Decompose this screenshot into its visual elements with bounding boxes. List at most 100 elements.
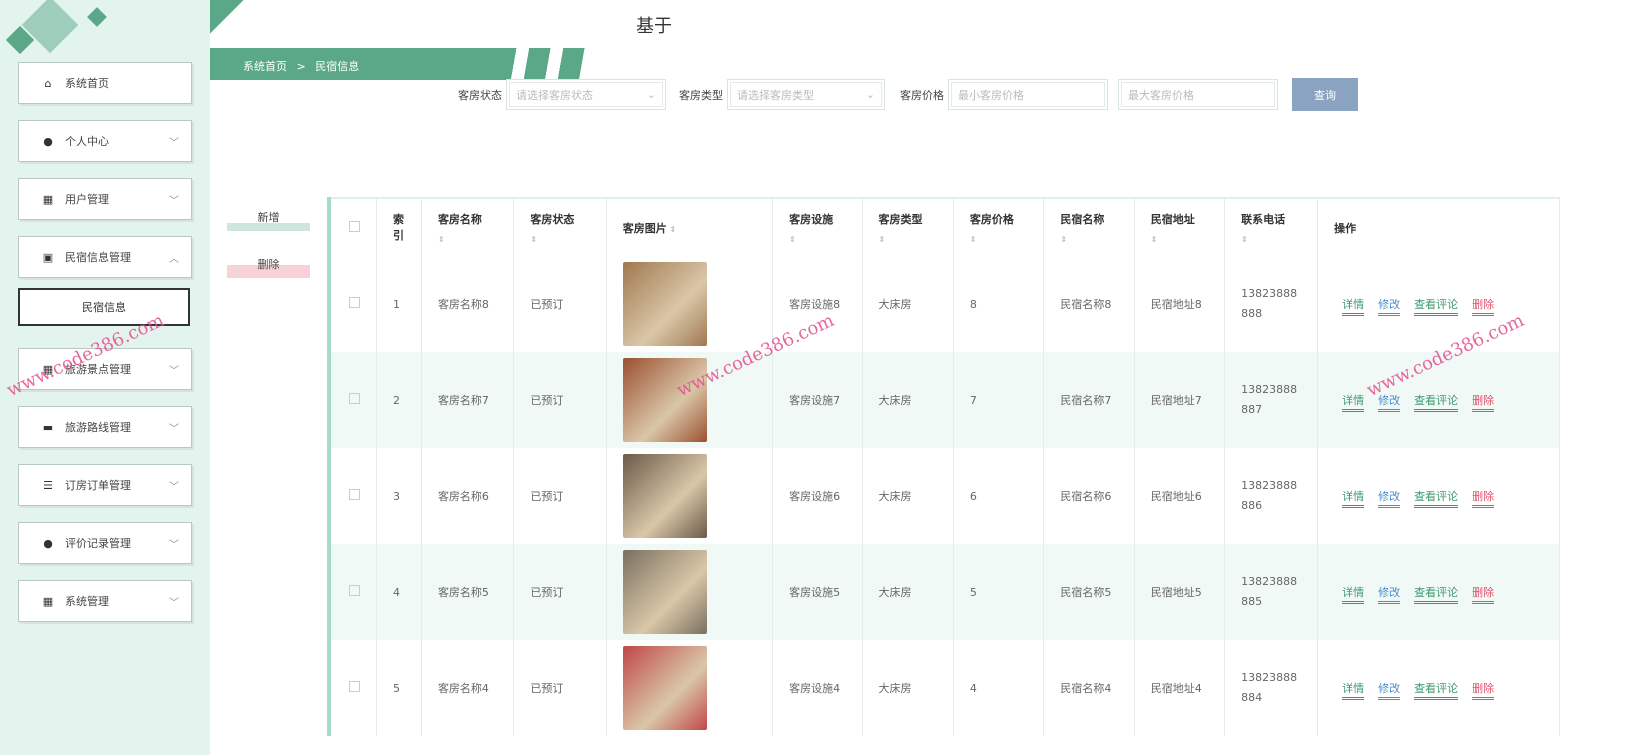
type-select[interactable]: 请选择客房类型 ⌄ xyxy=(727,79,885,110)
room-image[interactable] xyxy=(622,454,707,538)
sort-icon[interactable]: ⇕ xyxy=(667,225,677,234)
min-price-input[interactable]: 最小客房价格 xyxy=(948,79,1108,110)
user-icon: ● xyxy=(43,536,53,550)
cell-facility: 客房设施5 xyxy=(772,544,863,640)
column-header[interactable]: 民宿地址 ⇕ xyxy=(1134,198,1226,256)
column-header[interactable]: 客房状态 ⇕ xyxy=(513,198,607,256)
select-all-checkbox[interactable] xyxy=(349,220,360,232)
sort-icon[interactable]: ⇕ xyxy=(879,235,937,244)
detail-link[interactable]: 详情 xyxy=(1342,298,1365,316)
type-label: 客房类型 xyxy=(679,88,723,102)
sidebar-item[interactable]: ● 个人中心 ﹀ xyxy=(18,120,192,162)
max-price-placeholder: 最大客房价格 xyxy=(1128,88,1194,102)
view-comments-link[interactable]: 查看评论 xyxy=(1414,298,1459,316)
sidebar-item[interactable]: ⌂ 系统首页 xyxy=(18,62,192,104)
room-image[interactable] xyxy=(622,358,707,442)
row-checkbox[interactable] xyxy=(349,585,360,596)
page-title: 基于 xyxy=(636,16,672,37)
cell-index: 3 xyxy=(376,448,422,544)
edit-link[interactable]: 修改 xyxy=(1378,298,1401,316)
column-header-label: 操作 xyxy=(1334,221,1357,235)
submenu-item-homestay-info[interactable]: 民宿信息 xyxy=(18,288,190,326)
view-comments-link[interactable]: 查看评论 xyxy=(1414,394,1459,412)
cell-index: 2 xyxy=(376,352,422,448)
query-button[interactable]: 查询 xyxy=(1292,78,1358,111)
sort-icon[interactable]: ⇕ xyxy=(530,235,589,244)
sidebar-item[interactable]: ▣ 民宿信息管理 ︿ xyxy=(18,236,192,278)
detail-link[interactable]: 详情 xyxy=(1342,394,1365,412)
edit-link[interactable]: 修改 xyxy=(1378,682,1401,700)
header-decoration xyxy=(210,0,270,50)
sidebar-item[interactable]: ▬ 旅游路线管理 ﹀ xyxy=(18,406,192,448)
sidebar-item[interactable]: ▦ 用户管理 ﹀ xyxy=(18,178,192,220)
room-image[interactable] xyxy=(622,646,707,730)
cell-room-status: 已预订 xyxy=(513,544,607,640)
sidebar-item[interactable]: ☰ 订房订单管理 ﹀ xyxy=(18,464,192,506)
delete-link[interactable]: 删除 xyxy=(1472,394,1495,412)
add-button[interactable]: 新增 xyxy=(227,205,310,231)
sort-icon[interactable]: ⇕ xyxy=(1060,235,1117,244)
status-select[interactable]: 请选择客房状态 ⌄ xyxy=(506,79,666,110)
sort-icon[interactable]: ⇕ xyxy=(970,235,1027,244)
column-header[interactable]: 客房图片 ⇕ xyxy=(606,198,774,256)
column-header[interactable]: 客房设施 ⇕ xyxy=(772,198,863,256)
chevron-down-icon: ﹀ xyxy=(169,539,179,551)
room-image[interactable] xyxy=(622,262,707,346)
column-header[interactable]: 联系电话 ⇕ xyxy=(1224,198,1319,256)
sidebar-item-label: 评价记录管理 xyxy=(65,537,131,550)
sort-icon[interactable]: ⇕ xyxy=(789,235,845,244)
column-header[interactable]: 客房价格 ⇕ xyxy=(953,198,1045,256)
row-checkbox[interactable] xyxy=(349,681,360,692)
cell-index: 4 xyxy=(376,544,422,640)
view-comments-link[interactable]: 查看评论 xyxy=(1414,682,1459,700)
sort-icon[interactable]: ⇕ xyxy=(438,235,497,244)
home-icon: ⌂ xyxy=(44,76,52,90)
edit-link[interactable]: 修改 xyxy=(1378,586,1401,604)
status-placeholder: 请选择客房状态 xyxy=(516,88,593,102)
edit-link[interactable]: 修改 xyxy=(1378,490,1401,508)
cell-room-type: 大床房 xyxy=(862,640,954,736)
cell-homestay-address: 民宿地址8 xyxy=(1134,256,1226,352)
sort-icon[interactable]: ⇕ xyxy=(1151,235,1208,244)
chevron-down-icon: ﹀ xyxy=(169,423,179,435)
decoration xyxy=(87,7,107,27)
delete-link[interactable]: 删除 xyxy=(1472,298,1495,316)
detail-link[interactable]: 详情 xyxy=(1342,682,1365,700)
row-checkbox[interactable] xyxy=(349,297,360,308)
max-price-input[interactable]: 最大客房价格 xyxy=(1118,79,1278,110)
delete-link[interactable]: 删除 xyxy=(1472,490,1495,508)
phone-text: 13823888886 xyxy=(1241,479,1298,512)
phone-text: 13823888884 xyxy=(1241,671,1298,704)
cell-room-name: 客房名称4 xyxy=(421,640,515,736)
chevron-up-icon: ︿ xyxy=(169,253,179,265)
delete-link[interactable]: 删除 xyxy=(1472,586,1495,604)
cell-price: 7 xyxy=(953,352,1045,448)
cell-room-status: 已预订 xyxy=(513,448,607,544)
row-checkbox[interactable] xyxy=(349,393,360,404)
cell-homestay-address: 民宿地址4 xyxy=(1134,640,1226,736)
column-header[interactable]: 民宿名称 ⇕ xyxy=(1043,198,1135,256)
breadcrumb-home[interactable]: 系统首页 xyxy=(243,60,287,73)
delete-link[interactable]: 删除 xyxy=(1472,682,1495,700)
delete-button[interactable]: 删除 xyxy=(227,252,310,278)
sidebar-item[interactable]: ▦ 系统管理 ﹀ xyxy=(18,580,192,622)
column-header-label: 客房价格 xyxy=(969,213,1014,226)
view-comments-link[interactable]: 查看评论 xyxy=(1414,586,1459,604)
type-filter: 客房类型 请选择客房类型 ⌄ xyxy=(679,79,885,110)
detail-link[interactable]: 详情 xyxy=(1342,586,1365,604)
detail-link[interactable]: 详情 xyxy=(1342,490,1365,508)
cell-room-status: 已预订 xyxy=(513,352,607,448)
view-comments-link[interactable]: 查看评论 xyxy=(1414,490,1459,508)
sort-icon[interactable]: ⇕ xyxy=(1241,235,1301,244)
select-all-header xyxy=(329,198,377,256)
table-row: 4 客房名称5 已预订 客房设施5 大床房 5 民宿名称5 民宿地址5 1382… xyxy=(329,544,1560,640)
cell-homestay-name: 民宿名称4 xyxy=(1043,640,1135,736)
cell-room-type: 大床房 xyxy=(862,352,954,448)
room-image[interactable] xyxy=(622,550,707,634)
price-label: 客房价格 xyxy=(900,88,944,102)
column-header[interactable]: 客房类型 ⇕ xyxy=(862,198,954,256)
phone-text: 13823888888 xyxy=(1241,287,1298,320)
sidebar-item[interactable]: ● 评价记录管理 ﹀ xyxy=(18,522,192,564)
row-checkbox[interactable] xyxy=(349,489,360,500)
column-header[interactable]: 客房名称 ⇕ xyxy=(421,198,515,256)
